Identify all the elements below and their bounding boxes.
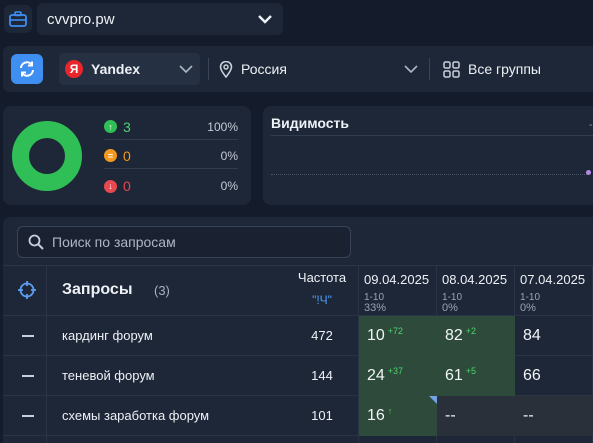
range-percent: 0% [442, 302, 458, 314]
remove-icon[interactable] [22, 375, 34, 377]
range-percent: 33% [364, 302, 387, 314]
yandex-logo-icon: Я [65, 60, 83, 78]
briefcase-icon [9, 11, 27, 27]
remove-icon[interactable] [22, 415, 34, 417]
visibility-tick: - [589, 119, 593, 131]
stats-up-row: ↑ 3 100% [104, 114, 238, 140]
search-input[interactable]: Поиск по запросам [17, 226, 351, 258]
position-cell[interactable]: 61 +5 [437, 356, 515, 396]
position-delta: +37 [387, 366, 404, 376]
region-label: Россия [241, 61, 287, 77]
visibility-chart-point [586, 170, 591, 175]
remove-icon[interactable] [22, 335, 34, 337]
landing-page-marker [429, 396, 437, 404]
divider [208, 58, 209, 80]
range-percent: 0% [520, 302, 536, 314]
position-value: 10 [367, 327, 385, 344]
search-icon [28, 234, 44, 250]
chevron-down-icon [404, 65, 418, 74]
projects-button[interactable] [4, 5, 32, 33]
arrow-down-icon: ↓ [104, 179, 117, 193]
position-cell[interactable]: 84 [515, 316, 593, 356]
position-value: 82 [445, 327, 463, 344]
frequency-value: 144 [311, 368, 333, 383]
refresh-icon [20, 61, 34, 77]
queries-header[interactable]: Запросы [62, 281, 132, 299]
date-column-header[interactable]: 07.04.2025 1-10 0% [516, 267, 593, 315]
queries-count: (3) [154, 283, 170, 298]
grid-icon [443, 60, 460, 78]
groups-label: Все группы [468, 61, 541, 77]
stats-same-row: = 0 0% [104, 143, 238, 169]
divider [429, 58, 430, 80]
down-percent: 0% [220, 179, 238, 193]
up-percent: 100% [207, 119, 238, 134]
position-cell[interactable]: -- [515, 396, 593, 436]
refresh-button[interactable] [11, 54, 43, 84]
filter-bar: Я Yandex Россия Все группы [3, 46, 593, 92]
visibility-chart-line [271, 174, 589, 175]
target-icon[interactable] [17, 280, 37, 300]
position-value: 66 [523, 367, 541, 384]
region-select[interactable]: Россия [219, 53, 419, 85]
position-value: 16 [367, 407, 385, 424]
date-column-header[interactable]: 09.04.2025 1-10 33% [360, 267, 438, 315]
position-cell[interactable]: 66 [515, 356, 593, 396]
position-delta: ↑ [387, 406, 393, 416]
up-count: 3 [123, 118, 131, 135]
position-value: 84 [523, 327, 541, 344]
search-engine-select[interactable]: Я Yandex [59, 53, 200, 85]
date-label: 07.04.2025 [520, 272, 586, 287]
position-value: -- [445, 407, 456, 424]
keyword[interactable]: схемы заработка форум [62, 408, 209, 423]
position-value: 24 [367, 367, 385, 384]
keyword[interactable]: кардинг форум [62, 328, 153, 343]
project-selector[interactable]: cvvpro.pw [37, 3, 283, 35]
position-cell[interactable]: -- [437, 396, 515, 436]
project-name: cvvpro.pw [47, 10, 115, 28]
chevron-down-icon [258, 15, 272, 24]
divider [3, 265, 593, 266]
arrow-up-icon: ↑ [104, 120, 117, 133]
position-cell[interactable]: 16 ↑ [359, 396, 437, 436]
same-percent: 0% [220, 148, 238, 163]
position-delta: +2 [465, 326, 477, 336]
frequency-value: 101 [311, 408, 333, 423]
same-count: 0 [123, 147, 131, 164]
down-count: 0 [123, 178, 131, 194]
location-pin-icon [219, 60, 233, 78]
position-cell[interactable]: 82 +2 [437, 316, 515, 356]
table-row: кардинг форум 472 10 +72 82 +2 84 [3, 316, 593, 356]
date-label: 09.04.2025 [364, 272, 430, 287]
chevron-down-icon [179, 65, 193, 74]
frequency-value: 472 [311, 328, 333, 343]
search-placeholder: Поиск по запросам [52, 234, 176, 250]
stats-down-row: ↓ 0 0% [104, 173, 238, 199]
position-delta: +5 [465, 366, 477, 376]
position-value: -- [523, 407, 534, 424]
divider [271, 135, 593, 136]
equal-icon: = [104, 149, 117, 162]
date-column-header[interactable]: 08.04.2025 1-10 0% [438, 267, 516, 315]
queries-table-panel: Поиск по запросам Запросы (3) Частота "!… [3, 217, 593, 443]
position-cell[interactable]: 10 +72 [359, 316, 437, 356]
groups-select[interactable]: Все группы [443, 53, 541, 85]
engine-label: Yandex [91, 61, 141, 77]
position-stats-card: ↑ 3 100% = 0 0% ↓ 0 0% [3, 106, 251, 205]
positions-donut-chart [12, 121, 82, 191]
keyword[interactable]: теневой форум [62, 368, 155, 383]
position-delta: +72 [387, 326, 404, 336]
frequency-header[interactable]: Частота [283, 270, 361, 285]
visibility-card: Видимость - [263, 106, 593, 205]
table-row: теневой форум 144 24 +37 61 +5 66 [3, 356, 593, 396]
table-row: схемы заработка форум 101 16 ↑ -- -- [3, 396, 593, 436]
position-value: 61 [445, 367, 463, 384]
visibility-title: Видимость [271, 115, 349, 131]
date-label: 08.04.2025 [442, 272, 508, 287]
position-cell[interactable]: 24 +37 [359, 356, 437, 396]
frequency-type-link[interactable]: "!Ч" [283, 293, 361, 307]
